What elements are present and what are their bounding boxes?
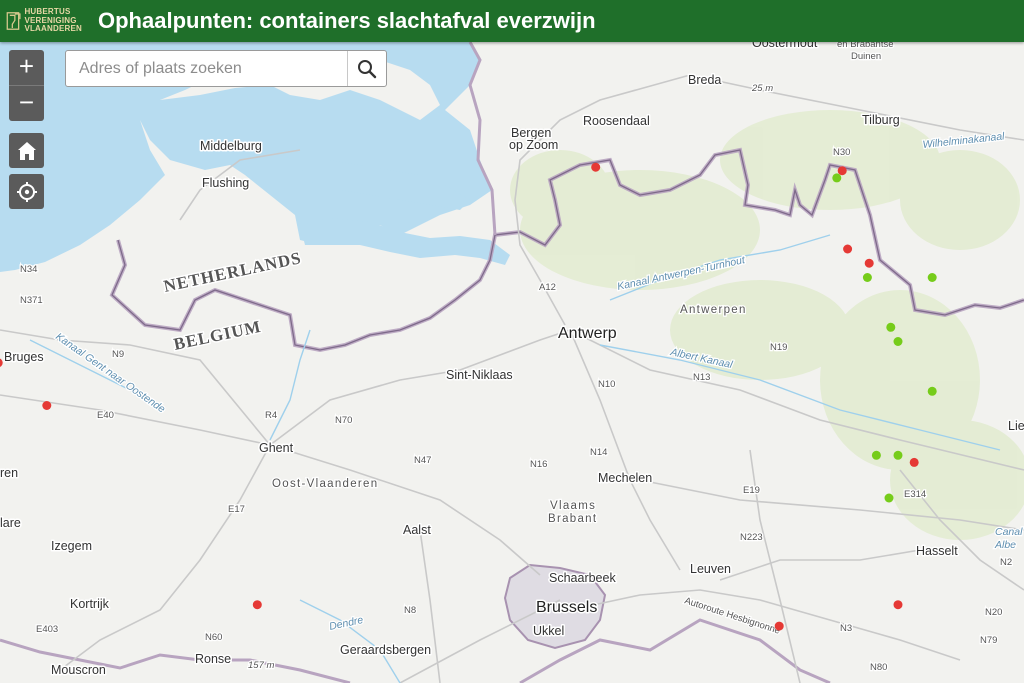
collection-point-marker-green[interactable] [927,273,937,282]
logo-text: HUBERTUS VERENIGING VLAANDEREN [24,7,82,34]
region-label-brabant: Brabant [548,513,597,525]
road-label-n16: N16 [530,459,547,470]
city-label-ronse: Ronse [195,652,231,666]
road-label-n13: N13 [693,372,710,383]
canal-label-albe: Albe [994,539,1016,551]
search-icon [358,59,377,78]
collection-point-marker-red[interactable] [591,162,601,172]
city-label-aalst: Aalst [403,523,431,537]
collection-point-marker-green[interactable] [893,337,903,346]
city-label-ghent: Ghent [259,441,294,455]
road-label-a12: A12 [539,282,556,293]
city-label-roosendaal: Roosendaal [583,114,650,128]
city-label-izegem: Izegem [51,539,92,553]
hubertus-logo: HUBERTUS VERENIGING VLAANDEREN [0,0,82,42]
locate-icon [16,181,37,202]
collection-point-marker-red[interactable] [864,258,874,268]
city-label-breda: Breda [688,73,721,87]
home-button[interactable] [9,133,44,168]
road-label-e19: E19 [743,485,760,496]
collection-point-marker-red[interactable] [774,621,784,631]
region-label-oost-vlaanderen: Oost-Vlaanderen [272,478,378,490]
road-label-n10: N10 [598,379,615,390]
home-icon [17,141,36,160]
collection-point-marker-red[interactable] [837,166,847,176]
road-label-e403: E403 [36,624,58,635]
city-label-tilburg: Tilburg [862,113,900,127]
collection-point-marker-green[interactable] [884,493,894,503]
city-label-kortrijk: Kortrijk [70,597,110,611]
city-label-op-zoom: op Zoom [509,138,558,152]
road-label-n80: N80 [870,662,887,673]
road-label-n60: N60 [205,632,222,643]
road-label-e17: E17 [228,504,245,515]
city-label-mechelen: Mechelen [598,471,652,485]
search-input[interactable] [66,51,348,86]
city-label-bruges: Bruges [4,350,44,364]
road-label-n79: N79 [980,635,997,646]
city-label-hasselt: Hasselt [916,544,958,558]
city-label-middelburg: Middelburg [200,139,262,153]
city-label-flushing: Flushing [202,176,249,190]
city-label-leuven: Leuven [690,562,731,576]
road-label-n70: N70 [335,415,352,426]
road-label-e314: E314 [904,489,926,500]
road-label-n30: N30 [833,147,850,158]
page-title: Ophaalpunten: containers slachtafval eve… [98,8,596,33]
city-label-mouscron: Mouscron [51,663,106,677]
collection-point-marker-red[interactable] [843,244,853,254]
search-button[interactable] [347,51,386,86]
app-header: HUBERTUS VERENIGING VLAANDEREN Ophaalpun… [0,0,1024,42]
locate-button[interactable] [9,174,44,209]
collection-point-marker-red[interactable] [909,457,919,467]
zoom-out-button[interactable]: − [9,85,44,121]
road-label-n371: N371 [20,295,43,306]
zoom-control: + − [9,50,44,121]
map-app: Oostermout Breda Tilburg Roosendaal Berg… [0,0,1024,683]
collection-point-marker-green[interactable] [893,450,903,460]
road-label-n20: N20 [985,607,1002,618]
search-widget [65,50,387,87]
region-label-antwerpen: Antwerpen [680,304,747,316]
city-label-geraardsbergen: Geraardsbergen [340,643,431,657]
city-label-schaarbeek: Schaarbeek [549,571,616,585]
elevation-label-157m: 157 m [248,660,274,671]
collection-point-marker-green[interactable] [832,173,842,183]
zoom-in-button[interactable]: + [9,50,44,85]
collection-point-marker-red[interactable] [42,401,52,410]
hubertus-emblem-icon [6,12,21,30]
city-label-sint-niklaas: Sint-Niklaas [446,368,513,382]
road-label-n2: N2 [1000,557,1012,568]
road-label-n14: N14 [590,447,607,458]
road-label-n223: N223 [740,532,763,543]
collection-point-marker-red[interactable] [893,600,903,610]
road-label-n3: N3 [840,623,852,634]
road-label-n34: N34 [20,264,37,275]
road-label-n8: N8 [404,605,416,616]
region-label-vlaams: Vlaams [550,500,596,512]
canal-label-canal: Canal [995,526,1023,538]
road-label-n47: N47 [414,455,431,466]
city-label-lare: lare [0,516,21,530]
city-label-lier: Lier [1008,419,1024,433]
park-label-line2: Duinen [851,51,881,62]
city-label-partial-ren: ren [0,466,18,480]
road-label-r4: R4 [265,410,277,421]
elevation-label-25m: 25 m [751,83,773,94]
collection-point-marker-green[interactable] [871,450,881,460]
city-label-ukkel: Ukkel [533,624,564,638]
map-canvas[interactable]: Oostermout Breda Tilburg Roosendaal Berg… [0,0,1024,683]
collection-point-marker-red[interactable] [252,600,262,610]
collection-point-marker-green[interactable] [862,273,872,282]
city-label-antwerp: Antwerp [558,325,617,342]
collection-point-marker-green[interactable] [927,386,937,396]
city-label-brussels: Brussels [536,599,597,616]
road-label-n9: N9 [112,349,124,360]
road-label-n19: N19 [770,342,787,353]
collection-point-marker-green[interactable] [886,322,896,332]
road-label-e40: E40 [97,410,114,421]
